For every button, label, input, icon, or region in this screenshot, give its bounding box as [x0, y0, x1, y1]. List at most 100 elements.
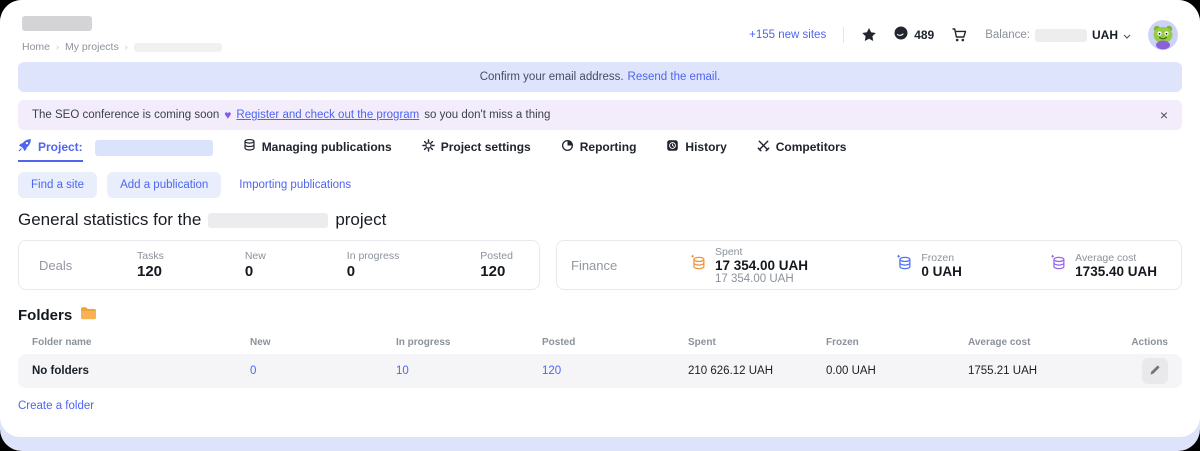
stat-value: 0 UAH	[921, 264, 962, 279]
breadcrumb-home[interactable]: Home	[22, 41, 50, 53]
deals-stat-tasks: Tasks 120	[137, 250, 164, 280]
history-icon	[666, 139, 679, 155]
import-publications-link[interactable]: Importing publications	[239, 179, 351, 191]
column-folder-name: Folder name	[32, 337, 250, 348]
cell-in-progress-link[interactable]: 10	[396, 365, 409, 377]
stat-value: 0	[245, 263, 266, 280]
tab-history[interactable]: History	[666, 139, 726, 162]
deals-stat-new: New 0	[245, 250, 266, 280]
stat-label: Spent	[715, 246, 808, 258]
new-sites-link[interactable]: +155 new sites	[749, 29, 826, 41]
finance-stat-frozen: Frozen 0 UAH	[895, 246, 962, 285]
heart-icon: ♥	[224, 108, 231, 122]
tab-project-settings[interactable]: Project settings	[422, 139, 531, 162]
column-actions: Actions	[1131, 337, 1168, 348]
tab-label: Competitors	[776, 140, 847, 154]
conference-banner: The SEO conference is coming soon ♥ Regi…	[18, 100, 1182, 130]
action-buttons: Find a site Add a publication Importing …	[18, 172, 1182, 198]
user-avatar[interactable]	[1148, 20, 1178, 50]
cell-spent: 210 626.12 UAH	[688, 365, 826, 377]
heading-text-before: General statistics for the	[18, 210, 201, 230]
table-row: No folders 0 10 120 210 626.12 UAH 0.00 …	[18, 354, 1182, 388]
breadcrumb-project-redacted	[134, 43, 222, 52]
stat-label: In progress	[347, 250, 400, 262]
divider	[843, 27, 844, 43]
coin-icon	[894, 26, 908, 45]
tab-label: Managing publications	[262, 140, 392, 154]
app-window: Home › My projects › +155 new sites	[0, 0, 1200, 451]
heading-text-after: project	[335, 210, 386, 230]
coins-average-icon	[1049, 254, 1067, 277]
cell-average-cost: 1755.21 UAH	[968, 365, 1118, 377]
stat-label: Average cost	[1075, 252, 1157, 264]
column-new: New	[250, 337, 396, 348]
balance-dropdown[interactable]: Balance: UAH	[985, 26, 1131, 44]
breadcrumb-separator: ›	[125, 42, 128, 52]
cell-new-link[interactable]: 0	[250, 365, 256, 377]
finance-stat-average-cost: Average cost 1735.40 UAH	[1049, 246, 1157, 285]
tab-competitors[interactable]: Competitors	[757, 139, 847, 162]
tab-project-label: Project:	[38, 140, 83, 154]
deals-columns: Tasks 120 New 0 In progress 0 Posted 120	[137, 250, 513, 280]
add-publication-button[interactable]: Add a publication	[107, 172, 221, 198]
folders-heading-text: Folders	[18, 307, 72, 324]
project-tabs: Project: Managing publications Project s…	[18, 138, 1182, 162]
database-icon	[243, 138, 256, 155]
tab-project[interactable]: Project:	[18, 138, 213, 162]
stat-label: New	[245, 250, 266, 262]
stat-value: 120	[137, 263, 164, 280]
create-folder-link[interactable]: Create a folder	[18, 400, 94, 412]
pencil-icon	[1149, 364, 1161, 379]
cell-folder-name: No folders	[32, 365, 250, 377]
gear-icon	[422, 139, 435, 155]
tab-label: Project settings	[441, 140, 531, 154]
cell-posted-link[interactable]: 120	[542, 365, 561, 377]
coins-frozen-icon	[895, 254, 913, 277]
cell-frozen: 0.00 UAH	[826, 365, 968, 377]
page-title: General statistics for the project	[18, 210, 1182, 230]
conference-register-link[interactable]: Register and check out the program	[236, 109, 419, 121]
favorites-star-icon[interactable]	[861, 27, 877, 43]
stat-value: 17 354.00 UAH	[715, 258, 808, 273]
pie-chart-icon	[561, 139, 574, 155]
rocket-icon	[18, 138, 32, 155]
stat-label: Tasks	[137, 250, 164, 262]
folder-icon	[80, 306, 97, 324]
tab-managing-publications[interactable]: Managing publications	[243, 138, 392, 162]
breadcrumb: Home › My projects ›	[22, 41, 222, 53]
tab-label: Reporting	[580, 140, 637, 154]
balance-currency: UAH	[1092, 28, 1118, 42]
deals-stat-posted: Posted 120	[480, 250, 513, 280]
close-icon[interactable]: ×	[1160, 108, 1168, 122]
tab-label: History	[685, 140, 726, 154]
topbar-left: Home › My projects ›	[22, 15, 222, 53]
stat-value: 0	[347, 263, 400, 280]
breadcrumb-my-projects[interactable]: My projects	[65, 41, 119, 53]
stat-value: 1735.40 UAH	[1075, 264, 1157, 279]
chevron-down-icon	[1123, 26, 1131, 44]
logo-redacted[interactable]	[22, 16, 92, 31]
resend-email-link[interactable]: Resend the email.	[628, 71, 721, 83]
column-in-progress: In progress	[396, 337, 542, 348]
edit-folder-button[interactable]	[1142, 358, 1168, 384]
column-frozen: Frozen	[826, 337, 968, 348]
conference-text-after: so you don't miss a thing	[424, 109, 550, 121]
topbar-right: +155 new sites 489 Balance: UA	[749, 15, 1178, 50]
conference-text-before: The SEO conference is coming soon	[32, 109, 219, 121]
deals-card: Deals Tasks 120 New 0 In progress 0	[18, 240, 540, 290]
bonus-balance[interactable]: 489	[894, 26, 934, 45]
balance-label: Balance:	[985, 29, 1030, 41]
cart-icon[interactable]	[951, 27, 968, 43]
find-site-button[interactable]: Find a site	[18, 172, 97, 198]
deals-card-label: Deals	[39, 258, 137, 273]
heading-project-redacted	[208, 213, 328, 228]
stat-label: Posted	[480, 250, 513, 262]
finance-card-label: Finance	[571, 258, 689, 273]
email-banner-text: Confirm your email address.	[480, 71, 624, 83]
table-header: Folder name New In progress Posted Spent…	[18, 330, 1182, 354]
tab-reporting[interactable]: Reporting	[561, 139, 637, 162]
top-bar: Home › My projects › +155 new sites	[0, 0, 1200, 50]
stat-value: 120	[480, 263, 513, 280]
column-spent: Spent	[688, 337, 826, 348]
folders-heading: Folders	[18, 306, 1182, 324]
